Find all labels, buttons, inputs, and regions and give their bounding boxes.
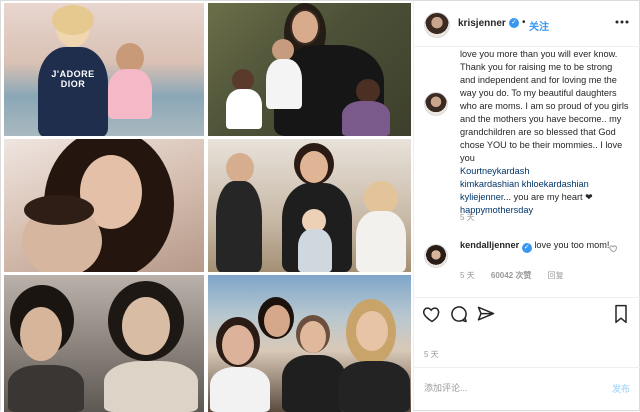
post-header: krisjenner ✓ • 关注	[414, 1, 640, 47]
post-button[interactable]: 发布	[612, 382, 630, 395]
person-body	[210, 367, 270, 412]
photo-tile-5	[4, 275, 204, 412]
person-face	[292, 11, 318, 43]
child-body	[108, 69, 152, 119]
reply-avatar[interactable]	[424, 244, 448, 268]
post-image[interactable]: J'ADORE DIOR	[1, 1, 413, 412]
reply-meta: 5 天 60042 次赞 回复	[460, 270, 578, 281]
shirt-line-2: DIOR	[60, 79, 86, 89]
mention-link[interactable]: kyliejenner	[460, 192, 503, 202]
post-timestamp: 5 天	[424, 350, 439, 359]
mention-link[interactable]: kimkardashian	[460, 179, 519, 189]
person-face	[300, 151, 328, 183]
child-head	[232, 69, 254, 91]
reply-button[interactable]: 回复	[548, 271, 564, 280]
child-body	[298, 229, 332, 272]
more-options-icon[interactable]	[614, 14, 630, 30]
person-body	[8, 365, 84, 412]
follow-button[interactable]: 关注	[529, 18, 549, 33]
separator-dot: •	[522, 17, 526, 28]
person-face	[264, 305, 290, 337]
verified-badge-icon: ✓	[521, 243, 532, 253]
person-face	[20, 307, 62, 361]
person-body	[338, 361, 410, 412]
child-head	[364, 181, 398, 215]
person-face	[122, 297, 170, 355]
photo-tile-2	[208, 3, 411, 136]
instagram-post-window: J'ADORE DIOR krisjenner ✓ • 关注 love you …	[0, 0, 640, 412]
heart-icon[interactable]	[422, 304, 442, 324]
caption-tail: ... you are my heart ❤	[503, 192, 593, 202]
comment-input[interactable]	[424, 383, 594, 393]
person-face	[356, 311, 388, 351]
photo-tile-3	[4, 139, 204, 272]
username-link[interactable]: krisjenner	[458, 18, 506, 29]
person-face	[222, 325, 254, 365]
caption-text: love you more than you will ever know. T…	[460, 48, 630, 217]
photo-tile-4	[208, 139, 411, 272]
caption-body: love you more than you will ever know. T…	[460, 49, 629, 163]
photo-tile-1: J'ADORE DIOR	[4, 3, 204, 136]
comment-icon[interactable]	[449, 304, 469, 324]
person-body	[282, 355, 346, 412]
child-head	[226, 153, 254, 183]
person-body	[104, 361, 198, 412]
child-body	[356, 211, 406, 272]
child-body	[266, 59, 302, 109]
reply-username-link[interactable]: kendalljenner	[460, 240, 519, 250]
post-sidebar: krisjenner ✓ • 关注 love you more than you…	[413, 1, 640, 410]
caption-avatar[interactable]	[424, 92, 448, 116]
child-head	[356, 79, 380, 103]
bookmark-icon[interactable]	[612, 304, 630, 324]
reply-comment: kendalljenner ✓ love you too mom!	[460, 239, 610, 253]
comments-section: love you more than you will ever know. T…	[414, 48, 640, 293]
mention-link[interactable]: khloekardashian	[522, 179, 589, 189]
avatar[interactable]	[424, 12, 450, 38]
child-body	[226, 89, 262, 129]
action-bar	[414, 297, 640, 333]
verified-badge-icon: ✓	[509, 18, 519, 28]
photo-tile-6	[208, 275, 411, 412]
reply-likes-count[interactable]: 60042 次赞	[491, 271, 531, 280]
child-body	[216, 181, 262, 272]
comment-like-icon[interactable]	[609, 244, 618, 253]
share-icon[interactable]	[476, 304, 496, 324]
add-comment-bar: 发布	[414, 367, 640, 410]
shirt-print: J'ADORE DIOR	[50, 69, 96, 89]
baby-hair	[24, 195, 94, 225]
caption-timestamp: 5 天	[460, 213, 475, 222]
person-hair	[52, 5, 94, 35]
person-body	[38, 47, 108, 136]
person-face	[300, 321, 326, 353]
child-body	[342, 101, 390, 136]
reply-timestamp: 5 天	[460, 271, 475, 280]
mention-link[interactable]: Kourtneykardash	[460, 166, 529, 176]
child-head	[272, 39, 294, 61]
reply-text: love you too mom!	[534, 240, 610, 250]
shirt-line-1: J'ADORE	[51, 69, 95, 79]
